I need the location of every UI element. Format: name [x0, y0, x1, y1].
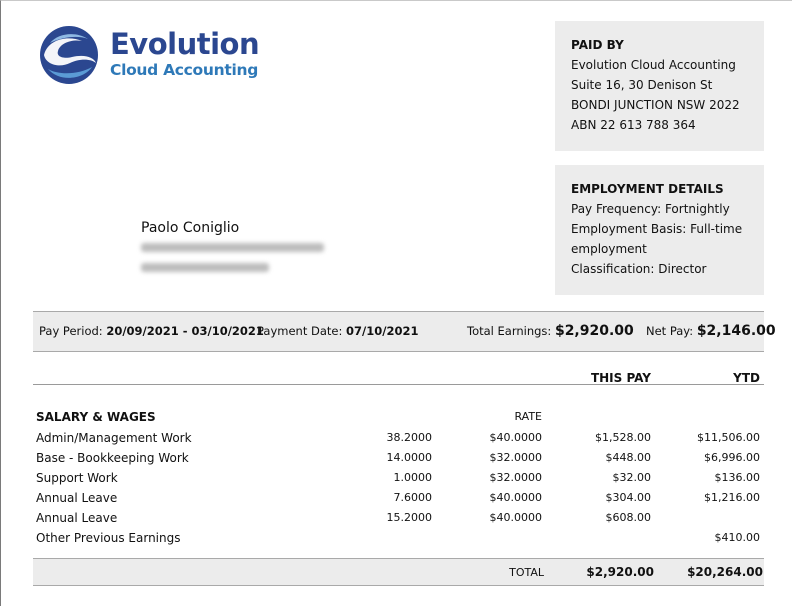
employment-details-panel: EMPLOYMENT DETAILS Pay Frequency: Fortni…	[555, 165, 764, 295]
employment-line: Pay Frequency: Fortnightly	[571, 202, 730, 216]
total-label: TOTAL	[509, 566, 544, 579]
employee-name: Paolo Coniglio	[141, 220, 240, 236]
employment-line: employment	[571, 242, 647, 256]
table-row: Other Previous Earnings $410.00	[36, 531, 760, 545]
employment-details-heading: EMPLOYMENT DETAILS	[571, 182, 724, 196]
total-earnings: Total Earnings: $2,920.00	[467, 323, 634, 339]
company-logo: Evolution Cloud Accounting	[38, 25, 268, 85]
this-pay-header: THIS PAY	[590, 371, 651, 385]
logo-subtitle: Cloud Accounting	[110, 61, 259, 79]
paid-by-line: ABN 22 613 788 364	[571, 118, 696, 132]
pay-period: Pay Period: 20/09/2021 - 03/10/2021	[39, 324, 264, 338]
table-row: Annual Leave 15.2000 $40.0000 $608.00	[36, 511, 651, 525]
table-row: Annual Leave 7.6000 $40.0000 $304.00 $1,…	[36, 491, 760, 505]
evolution-logo-icon	[40, 26, 98, 84]
table-header-rule	[33, 384, 764, 385]
paid-by-panel: PAID BY Evolution Cloud Accounting Suite…	[555, 21, 764, 151]
redacted-address-line	[141, 263, 269, 272]
redacted-address-line	[141, 243, 324, 252]
paid-by-line: BONDI JUNCTION NSW 2022	[571, 98, 740, 112]
paid-by-heading: PAID BY	[571, 38, 624, 52]
total-ytd: $20,264.00	[687, 565, 763, 579]
pay-summary-bar: Pay Period: 20/09/2021 - 03/10/2021 Paym…	[33, 311, 776, 352]
employment-line: Classification: Director	[571, 262, 707, 276]
net-pay: Net Pay: $2,146.00	[646, 323, 776, 339]
total-this-pay: $2,920.00	[586, 565, 654, 579]
total-bar	[33, 558, 764, 586]
table-row: Support Work 1.0000 $32.0000 $32.00 $136…	[36, 471, 760, 485]
paid-by-line: Evolution Cloud Accounting	[571, 58, 736, 72]
salary-wages-heading: SALARY & WAGES	[36, 410, 156, 424]
rate-header: RATE	[514, 410, 542, 423]
table-row: Admin/Management Work 38.2000 $40.0000 $…	[36, 431, 760, 445]
table-row: Base - Bookkeeping Work 14.0000 $32.0000…	[36, 451, 760, 465]
employment-line: Employment Basis: Full-time	[571, 222, 743, 236]
ytd-header: YTD	[733, 371, 760, 385]
logo-title: Evolution	[110, 27, 260, 61]
paid-by-line: Suite 16, 30 Denison St	[571, 78, 713, 92]
payment-date: Payment Date: 07/10/2021	[257, 324, 419, 338]
